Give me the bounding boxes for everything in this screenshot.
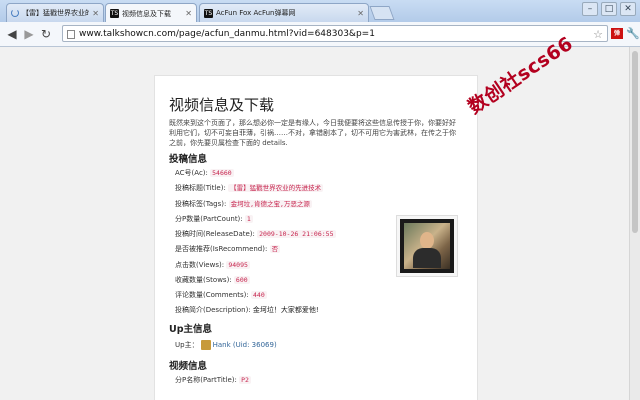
field-views: 点击数(Views): 94095 xyxy=(175,260,250,270)
intro-text: 既然来到这个页面了，那么想必你一定是有缘人，今日我便要将这些信息传授于你，你要好… xyxy=(169,119,456,147)
scrollbar-thumb[interactable] xyxy=(632,51,638,233)
up-name-link[interactable]: Hank (Uid: 36069) xyxy=(213,341,277,349)
page-title: 视频信息及下载 xyxy=(169,96,275,114)
field-label: 是否被推荐(IsRecommend): xyxy=(175,245,268,253)
close-tab-icon[interactable]: ✕ xyxy=(357,9,364,18)
tab-title: 视频信息及下载 xyxy=(122,9,171,18)
forward-icon[interactable]: ▶ xyxy=(21,26,37,42)
maximize-button[interactable]: □ xyxy=(601,2,617,16)
field-part-title: 分P名称(PartTitle): P2 xyxy=(175,375,251,385)
tab-title: 【雷】猛戳世界农业的先 xyxy=(22,9,89,17)
field-label: 投稿简介(Description): xyxy=(175,306,251,314)
back-icon[interactable]: ◀ xyxy=(4,26,20,42)
wrench-menu-icon[interactable]: 🔧 xyxy=(626,27,640,40)
extension-icon[interactable]: 弹 xyxy=(611,28,623,39)
tab-acfun-video[interactable]: 【雷】猛戳世界农业的先 ✕ xyxy=(6,3,104,22)
field-value: P2 xyxy=(239,376,251,384)
field-label: 评论数量(Comments): xyxy=(175,291,249,299)
page-viewport: 视频信息及下载 既然来到这个页面了，那么想必你一定是有缘人，今日我便要将这些信息… xyxy=(0,47,629,400)
up-label: Up主： xyxy=(175,341,199,349)
field-value: 440 xyxy=(251,291,267,299)
field-label: 投稿标题(Title): xyxy=(175,184,226,192)
field-part-count: 分P数量(PartCount): 1 xyxy=(175,214,253,224)
up-info-row: Up主： Hank (Uid: 36069) xyxy=(175,340,277,350)
field-value: 54660 xyxy=(210,169,234,177)
avatar xyxy=(200,340,211,350)
field-value: 【雷】猛戳世界农业的先进技术 xyxy=(228,184,324,192)
url-text: www.talkshowcn.com/page/acfun_danmu.html… xyxy=(79,29,375,39)
close-tab-icon[interactable]: ✕ xyxy=(185,9,192,18)
address-bar[interactable]: www.talkshowcn.com/page/acfun_danmu.html… xyxy=(62,25,608,42)
minimize-button[interactable]: – xyxy=(582,2,598,16)
tab-acfun-fox[interactable]: TS AcFun Fox AcFun弹幕网 ✕ xyxy=(199,3,369,22)
bookmark-star-icon[interactable]: ☆ xyxy=(593,26,603,43)
field-label: 分P名称(PartTitle): xyxy=(175,376,237,384)
field-stows: 收藏数量(Stows): 600 xyxy=(175,275,250,285)
tab-title: AcFun Fox AcFun弹幕网 xyxy=(216,9,296,17)
field-value: 94095 xyxy=(226,261,250,269)
video-thumbnail[interactable] xyxy=(396,215,458,277)
reload-icon[interactable]: ↻ xyxy=(38,26,54,42)
video-info-card: 视频信息及下载 既然来到这个页面了，那么想必你一定是有缘人，今日我便要将这些信息… xyxy=(154,75,478,400)
section-part-heading: 视频信息 xyxy=(169,361,208,372)
field-tags: 投稿标签(Tags): 金坷垃,肯德之宝,万恶之源 xyxy=(175,199,312,209)
field-ac-number: AC号(Ac): 54660 xyxy=(175,168,234,178)
ts-favicon-icon: TS xyxy=(110,9,119,18)
section-video-info-heading: 投稿信息 xyxy=(169,154,208,165)
field-description: 投稿简介(Description): 金坷垃！大家都爱他! xyxy=(175,305,319,315)
field-label: 投稿时间(ReleaseDate): xyxy=(175,230,255,238)
field-value: 金坷垃,肯德之宝,万恶之源 xyxy=(228,200,312,208)
field-label: 收藏数量(Stows): xyxy=(175,276,232,284)
field-title: 投稿标题(Title): 【雷】猛戳世界农业的先进技术 xyxy=(175,183,324,193)
field-is-recommend: 是否被推荐(IsRecommend): 否 xyxy=(175,244,281,254)
new-tab-button[interactable] xyxy=(369,6,395,20)
loading-icon xyxy=(11,9,19,17)
close-window-button[interactable]: ✕ xyxy=(620,2,636,16)
vertical-scrollbar[interactable] xyxy=(629,47,640,400)
field-value: 金坷垃！大家都爱他! xyxy=(252,306,319,314)
field-value: 2009-10-26 21:06:55 xyxy=(257,230,336,238)
field-release-date: 投稿时间(ReleaseDate): 2009-10-26 21:06:55 xyxy=(175,229,336,239)
field-label: 分P数量(PartCount): xyxy=(175,215,243,223)
field-value: 否 xyxy=(269,245,281,253)
field-value: 600 xyxy=(233,276,250,284)
close-tab-icon[interactable]: ✕ xyxy=(92,9,99,18)
page-icon xyxy=(67,30,75,39)
field-value: 1 xyxy=(244,215,253,223)
tab-video-info[interactable]: TS 视频信息及下载 ✕ xyxy=(105,3,197,23)
section-up-heading: Up主信息 xyxy=(169,324,213,335)
thumbnail-image xyxy=(400,219,454,273)
field-label: 投稿标签(Tags): xyxy=(175,200,227,208)
field-comments: 评论数量(Comments): 440 xyxy=(175,290,267,300)
title-bar: 【雷】猛戳世界农业的先 ✕ TS 视频信息及下载 ✕ TS AcFun Fox … xyxy=(0,0,640,23)
field-label: 点击数(Views): xyxy=(175,261,225,269)
ts-favicon-icon: TS xyxy=(204,8,213,18)
field-label: AC号(Ac): xyxy=(175,169,208,177)
